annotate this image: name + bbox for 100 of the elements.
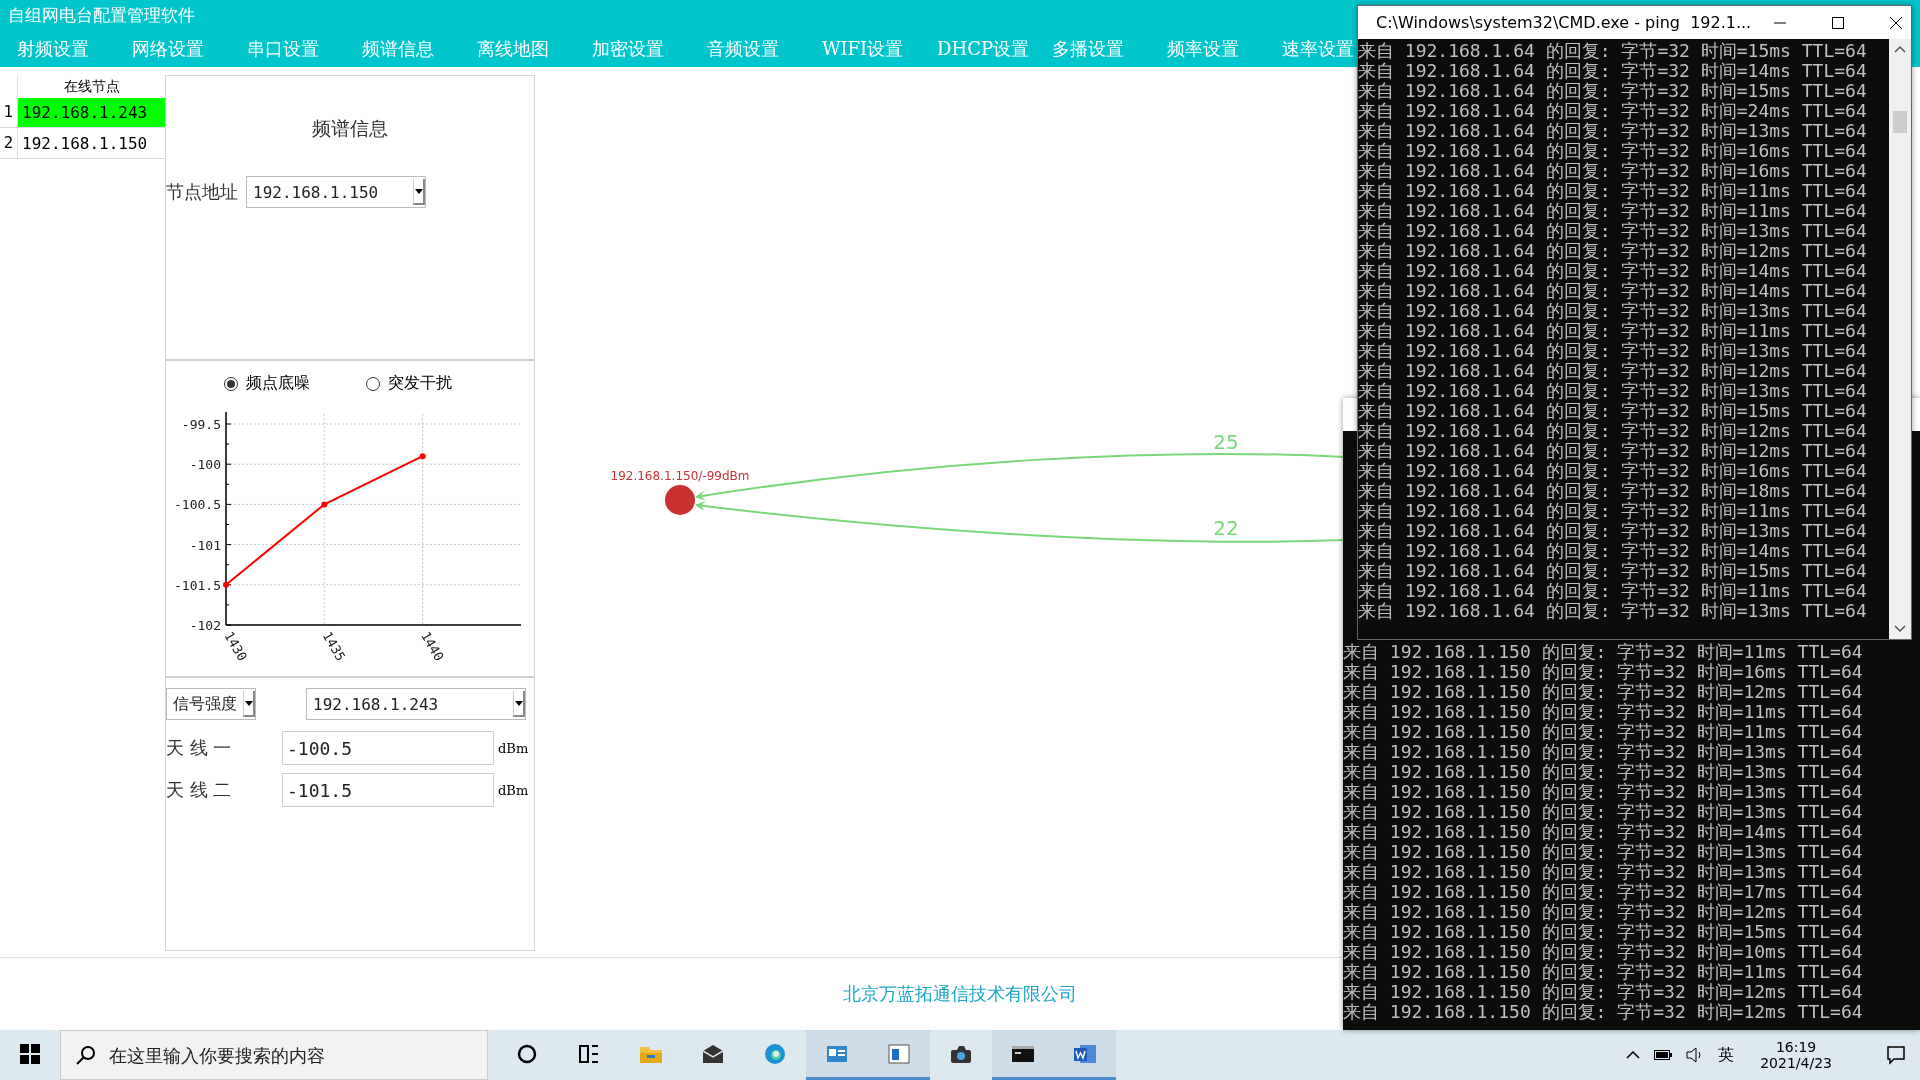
column-header: 在线节点 [17,75,165,97]
terminal-line: 来自 192.168.1.64 的回复: 字节=32 时间=15ms TTL=64 [1358,41,1868,61]
terminal-line: 来自 192.168.1.64 的回复: 字节=32 时间=14ms TTL=64 [1358,541,1868,561]
search-icon [76,1045,96,1065]
radio-option[interactable]: 频点底噪 [224,373,310,394]
start-icon[interactable] [20,1043,40,1064]
terminal-line: 来自 192.168.1.64 的回复: 字节=32 时间=11ms TTL=64 [1358,501,1868,521]
axis-tick-label: -100.5 [174,497,221,513]
axis-tick-label: -102 [189,618,221,633]
radio-option[interactable]: 突发干扰 [366,373,452,394]
terminal-line: 来自 192.168.1.64 的回复: 字节=32 时间=12ms TTL=64 [1358,241,1868,261]
table-cell[interactable]: 192.168.1.243 [17,97,165,127]
chevron-down-icon [1894,625,1906,633]
company-name: 北京万蓝拓通信技术有限公司 [843,982,1077,1006]
chevron-up-icon [1626,1051,1641,1059]
input-method-indicator[interactable]: 英 [1718,1044,1735,1066]
terminal-line: 来自 192.168.1.150 的回复: 字节=32 时间=11ms TTL=64 [1343,702,1864,722]
field-label: 天 线 二 [166,778,233,802]
panel-heading: 频谱信息 [311,116,389,141]
terminal-line: 来自 192.168.1.150 的回复: 字节=32 时间=13ms TTL=64 [1343,802,1864,822]
scrollbar[interactable] [1889,39,1911,639]
input-field[interactable]: -100.5 [282,731,494,765]
clock-date[interactable]: 2021/4/23 [1760,1055,1832,1071]
taskbar-button[interactable] [992,1030,1054,1080]
terminal-line: 来自 192.168.1.64 的回复: 字节=32 时间=16ms TTL=64 [1358,161,1868,181]
axis-tick-label: -101.5 [174,577,221,593]
maximize-icon[interactable] [1832,16,1845,29]
terminal-line: 来自 192.168.1.64 的回复: 字节=32 时间=13ms TTL=64 [1358,381,1868,401]
terminal-line: 来自 192.168.1.64 的回复: 字节=32 时间=15ms TTL=64 [1358,561,1868,581]
node-label: 192.168.1.150/-99dBm [610,469,750,483]
terminal-line: 来自 192.168.1.64 的回复: 字节=32 时间=15ms TTL=64 [1358,401,1868,421]
terminal-line: 来自 192.168.1.64 的回复: 字节=32 时间=13ms TTL=64 [1358,341,1868,361]
caret-icon [244,700,253,706]
terminal-line: 来自 192.168.1.150 的回复: 字节=32 时间=13ms TTL=64 [1343,842,1864,862]
terminal-line: 来自 192.168.1.150 的回复: 字节=32 时间=14ms TTL=64 [1343,822,1864,842]
field-label: 节点地址 [166,180,238,204]
terminal-line: 来自 192.168.1.64 的回复: 字节=32 时间=14ms TTL=64 [1358,61,1868,81]
link-label: 25 [1213,430,1239,454]
row-number: 2 [2,134,15,152]
terminal-line: 来自 192.168.1.150 的回复: 字节=32 时间=11ms TTL=64 [1343,722,1864,742]
document-icon [1074,1042,1096,1065]
terminal-line: 来自 192.168.1.150 的回复: 字节=32 时间=13ms TTL=64 [1343,762,1864,782]
terminal-line: 来自 192.168.1.150 的回复: 字节=32 时间=10ms TTL=64 [1343,942,1864,962]
search-field[interactable]: 在这里输入你要搜索的内容 [60,1030,488,1080]
browser-icon [764,1042,786,1065]
terminal-line: 来自 192.168.1.150 的回复: 字节=32 时间=15ms TTL=64 [1343,922,1864,942]
terminal-line: 来自 192.168.1.64 的回复: 字节=32 时间=15ms TTL=64 [1358,81,1868,101]
clock-time[interactable]: 16:19 [1775,1039,1817,1055]
envelope-icon [702,1042,724,1065]
axis-tick-label: -100 [189,457,221,473]
notification-icon [1886,1045,1906,1065]
terminal-line: 来自 192.168.1.64 的回复: 字节=32 时间=13ms TTL=64 [1358,121,1868,141]
window-icon [888,1042,910,1065]
terminal-line: 来自 192.168.1.64 的回复: 字节=32 时间=12ms TTL=64 [1358,441,1868,461]
field-label: 天 线 一 [166,736,233,760]
terminal-line: 来自 192.168.1.64 的回复: 字节=32 时间=14ms TTL=64 [1358,281,1868,301]
window-title: C:\Windows\system32\CMD.exe - ping 192.1... [1376,13,1752,32]
terminal-line: 来自 192.168.1.150 的回复: 字节=32 时间=12ms TTL=64 [1343,982,1864,1002]
terminal-line: 来自 192.168.1.150 的回复: 字节=32 时间=13ms TTL=64 [1343,782,1864,802]
axis-tick-label: -101 [189,537,221,553]
circle-icon [516,1042,538,1065]
input-field[interactable]: -101.5 [282,773,494,807]
data-point [321,501,328,508]
terminal-line: 来自 192.168.1.150 的回复: 字节=32 时间=17ms TTL=64 [1343,882,1864,902]
terminal-line: 来自 192.168.1.150 的回复: 字节=32 时间=16ms TTL=64 [1343,662,1864,682]
terminal-line: 来自 192.168.1.150 的回复: 字节=32 时间=12ms TTL=64 [1343,682,1864,702]
data-point [223,581,229,588]
terminal-line: 来自 192.168.1.150 的回复: 字节=32 时间=12ms TTL=64 [1343,902,1864,922]
terminal-line: 来自 192.168.1.64 的回复: 字节=32 时间=16ms TTL=64 [1358,461,1868,481]
terminal-line: 来自 192.168.1.64 的回复: 字节=32 时间=13ms TTL=64 [1358,601,1868,621]
table-cell[interactable]: 192.168.1.150 [17,128,165,158]
terminal-line: 来自 192.168.1.64 的回复: 字节=32 时间=11ms TTL=64 [1358,321,1868,341]
terminal-line: 来自 192.168.1.64 的回复: 字节=32 时间=24ms TTL=64 [1358,101,1868,121]
terminal-line: 来自 192.168.1.64 的回复: 字节=32 时间=13ms TTL=64 [1358,221,1868,241]
scrollbar-thumb[interactable] [1893,111,1907,133]
axis-tick-label: -99.5 [181,417,221,432]
terminal-line: 来自 192.168.1.64 的回复: 字节=32 时间=16ms TTL=64 [1358,141,1868,161]
terminal-line: 来自 192.168.1.150 的回复: 字节=32 时间=11ms TTL=64 [1343,642,1864,662]
dropdown[interactable]: 192.168.1.150 [246,176,426,208]
terminal-line: 来自 192.168.1.150 的回复: 字节=32 时间=12ms TTL=64 [1343,1002,1864,1022]
terminal-line: 来自 192.168.1.64 的回复: 字节=32 时间=13ms TTL=64 [1358,301,1868,321]
row-number: 1 [2,103,15,121]
terminal-line: 来自 192.168.1.64 的回复: 字节=32 时间=11ms TTL=64 [1358,201,1868,221]
caret-icon [514,700,523,706]
terminal-line: 来自 192.168.1.64 的回复: 字节=32 时间=11ms TTL=64 [1358,581,1868,601]
terminal-line: 来自 192.168.1.150 的回复: 字节=32 时间=11ms TTL=64 [1343,962,1864,982]
terminal-line: 来自 192.168.1.64 的回复: 字节=32 时间=14ms TTL=64 [1358,261,1868,281]
terminal-line: 来自 192.168.1.150 的回复: 字节=32 时间=13ms TTL=64 [1343,862,1864,882]
dropdown[interactable]: 信号强度 [166,688,256,720]
unit-label: dBm [498,782,529,798]
caret-icon [414,188,423,194]
close-icon[interactable] [1890,16,1903,29]
unit-label: dBm [498,740,529,756]
terminal-line: 来自 192.168.1.150 的回复: 字节=32 时间=13ms TTL=64 [1343,742,1864,762]
battery-icon [1654,1050,1673,1060]
terminal-line: 来自 192.168.1.64 的回复: 字节=32 时间=18ms TTL=64 [1358,481,1868,501]
terminal-line: 来自 192.168.1.64 的回复: 字节=32 时间=13ms TTL=64 [1358,521,1868,541]
dropdown[interactable]: 192.168.1.243 [306,688,526,720]
terminal-line: 来自 192.168.1.64 的回复: 字节=32 时间=11ms TTL=64 [1358,181,1868,201]
data-point [419,453,426,460]
